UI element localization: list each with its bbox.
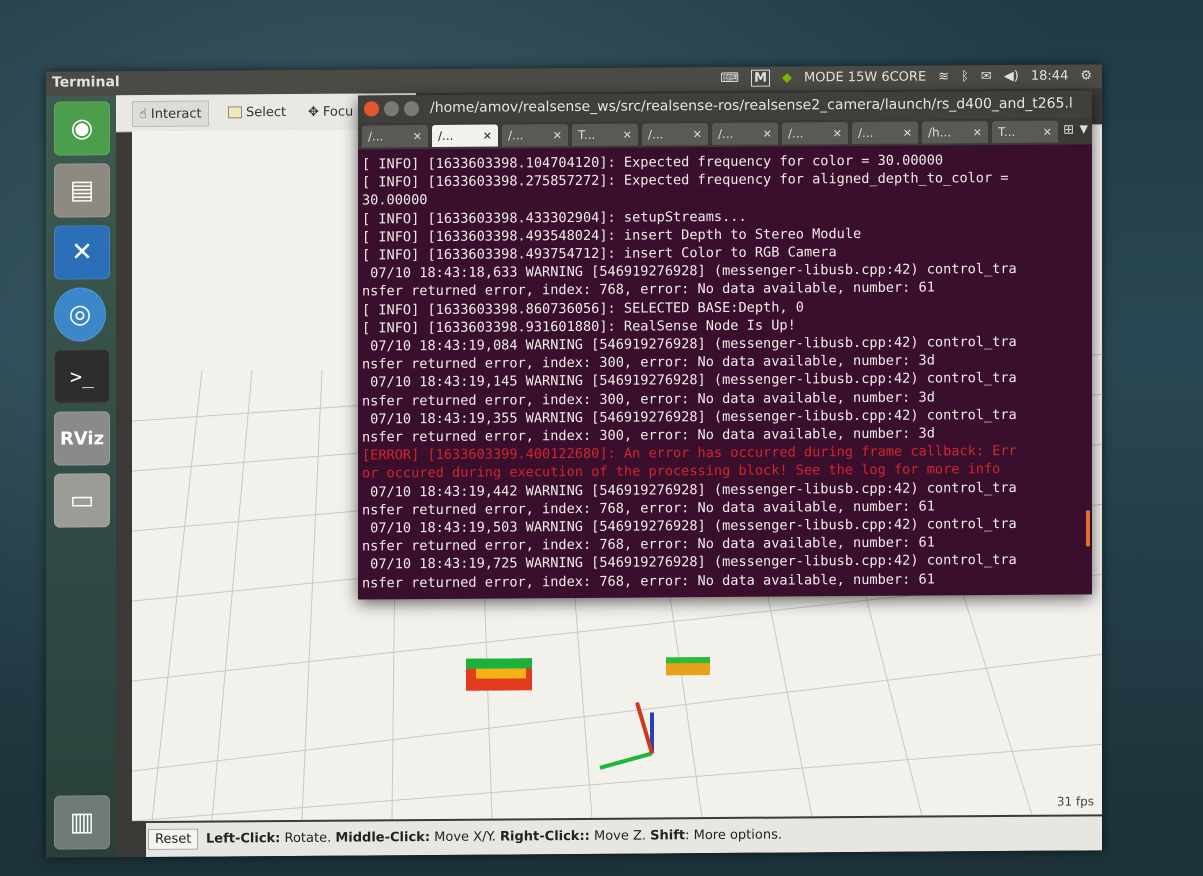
tab-close-icon[interactable]: ✕ [833,127,842,140]
rviz-icon[interactable]: RViz [54,411,110,466]
terminal-output[interactable]: [ INFO] [1633603398.104704120]: Expected… [358,146,1080,599]
tab-close-icon[interactable]: ✕ [483,129,492,142]
tab-close-icon[interactable]: ✕ [763,127,772,140]
mouse-hint: Left-Click: Rotate. Middle-Click: Move X… [206,828,782,847]
hint-right-key: Right-Click:: [500,828,590,845]
system-tray: ⌨ M ◆ MODE 15W 6CORE ≋ ᛒ ✉ ◀) 18:44 ⚙ [720,67,1092,87]
focus-label: Focu [322,104,354,120]
minimize-window-button[interactable] [384,101,399,117]
terminal-tab[interactable]: /... ✕ [712,122,778,146]
terminal-tab[interactable]: T... ✕ [572,123,638,147]
terminal-icon[interactable]: >_ [54,349,110,404]
terminal-tab-label: /... [508,128,524,143]
mail-icon[interactable]: ✉ [981,69,992,84]
terminal-scrollbar[interactable] [1086,510,1090,547]
nvidia-icon[interactable]: ◆ [782,70,792,85]
bluetooth-icon[interactable]: ᛒ [961,69,969,84]
chromium-icon[interactable]: ◎ [54,287,106,342]
terminal-tab[interactable]: /... ✕ [362,125,428,148]
tab-close-icon[interactable]: ✕ [1043,125,1052,138]
terminal-tab[interactable]: T... ✕ [992,120,1058,144]
terminal-tab-label: T... [578,127,596,142]
tab-close-icon[interactable]: ✕ [973,126,982,139]
files-icon[interactable]: ▤ [54,163,110,218]
indicator-m-icon[interactable]: M [751,69,770,87]
terminal-tab[interactable]: /... ✕ [852,121,918,145]
settings-gear-icon[interactable]: ⚙ [1080,68,1092,83]
terminal-tab-label: /... [718,126,734,141]
interact-tool-button[interactable]: ☝ Interact [132,100,209,128]
tab-close-icon[interactable]: ✕ [693,128,702,141]
interact-label: Interact [150,106,202,122]
terminal-tab-label: /... [438,128,454,143]
tab-close-icon[interactable]: ✕ [623,128,632,141]
hint-left-val: Rotate. [280,830,336,847]
trash-icon[interactable]: ▥ [54,795,110,850]
hand-icon: ☝ [139,106,147,122]
hint-shift-key: Shift [650,828,686,844]
new-tab-icon[interactable]: ⊞ [1063,123,1074,138]
desktop-screen: Terminal ⌨ M ◆ MODE 15W 6CORE ≋ ᛒ ✉ ◀) 1… [46,64,1102,858]
tab-close-icon[interactable]: ✕ [903,126,912,139]
terminal-tab[interactable]: /... ✕ [642,123,708,146]
hint-left-key: Left-Click: [206,831,281,847]
reset-button[interactable]: Reset [148,828,199,850]
drive-icon[interactable]: ▭ [54,473,110,528]
hint-middle-key: Middle-Click: [335,830,431,846]
terminal-tab-bar: T... ✕/h... ✕/... ✕/... ✕/... ✕/... ✕ T... ✕/...… [358,118,1092,150]
keyboard-icon[interactable]: ⌨ [720,71,739,86]
select-tool-button[interactable]: Select [222,100,292,124]
terminal-tab[interactable]: /h... ✕ [922,121,988,144]
terminal-tab[interactable]: /... ✕ [432,124,498,147]
focus-move-icon: ✥ [308,104,319,120]
hint-right-val: Move Z. [589,828,651,844]
fps-counter: 31 fps [1056,794,1094,809]
close-window-button[interactable] [364,101,379,117]
terminal-path-title: /home/amov/realsense_ws/src/realsense-ro… [430,95,1073,117]
terminal-tab-label: /... [368,129,384,144]
clock[interactable]: 18:44 [1031,69,1068,84]
terminal-tab-label: /... [858,125,874,141]
maximize-window-button[interactable] [404,101,419,117]
vscode-icon[interactable]: ✕ [54,225,110,280]
terminal-tab-label: /... [648,127,664,142]
focus-tool-button[interactable]: ✥ Focu [302,99,359,123]
ubuntu-dash-icon[interactable]: ◉ [54,101,110,156]
terminal-tab-label: T... [998,124,1016,140]
volume-icon[interactable]: ◀) [1004,69,1019,84]
hint-middle-val: Move X/Y. [430,829,501,846]
hint-shift-val: : More options. [685,827,782,844]
launcher: ◉ ▤ ✕ ◎ >_ RViz ▭ ▥ [46,95,116,858]
power-mode-label[interactable]: MODE 15W 6CORE [804,70,926,86]
terminal-tab[interactable]: /... ✕ [782,122,848,145]
tf-axes [599,701,654,770]
terminal-tab[interactable]: /... ✕ [502,124,568,147]
select-label: Select [246,104,287,120]
tab-close-icon[interactable]: ✕ [553,129,562,142]
window-title: Terminal [52,74,120,91]
terminal-window[interactable]: /home/amov/realsense_ws/src/realsense-ro… [358,90,1092,600]
tab-close-icon[interactable]: ✕ [413,130,422,143]
select-box-icon [228,106,242,119]
wifi-icon[interactable]: ≋ [938,69,949,84]
terminal-tab-label: /... [788,126,804,141]
rviz-status-bar: Reset Left-Click: Rotate. Middle-Click: … [146,816,1102,857]
terminal-tab-label: /h... [928,125,952,140]
tab-menu-chevron-icon[interactable]: ▼ [1080,122,1088,135]
point-cloud [466,657,710,691]
